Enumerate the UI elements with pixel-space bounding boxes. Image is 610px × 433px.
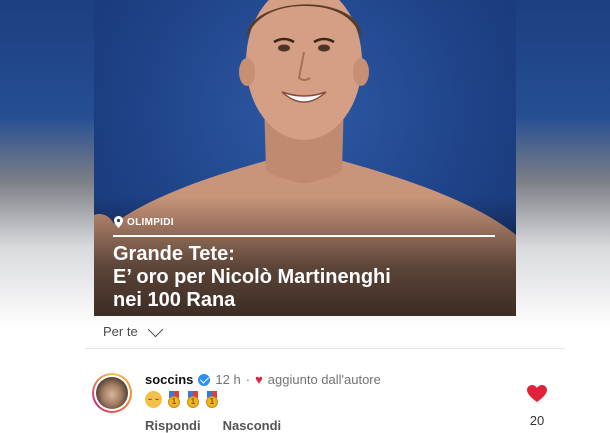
comment-header: soccins 12 h · ♥ aggiunto dall'autore [145, 372, 381, 387]
post-category: OLIMPIDI [114, 216, 174, 228]
relieved-face-emoji [145, 391, 162, 408]
post-headline: Grande Tete: E’ oro per Nicolò Martineng… [113, 243, 503, 312]
headline-line: nei 100 Rana [113, 289, 236, 311]
gold-medal-emoji: 1 [186, 391, 200, 408]
chevron-down-icon [147, 321, 163, 337]
post-image[interactable]: OLIMPIDI Grande Tete: E’ oro per Nicolò … [94, 0, 516, 316]
gold-medal-emoji: 1 [205, 391, 219, 408]
like-heart-icon[interactable] [527, 385, 547, 403]
feed-filter-dropdown[interactable]: Per te [103, 321, 163, 339]
comment-text: 1 1 1 [145, 391, 219, 408]
gold-medal-emoji: 1 [167, 391, 181, 408]
separator-line [85, 348, 565, 349]
location-pin-icon [114, 216, 123, 228]
headline-line: Grande Tete: [113, 243, 235, 265]
like-control: 20 [522, 385, 552, 428]
verified-badge-icon [198, 373, 211, 386]
avatar[interactable] [92, 373, 132, 413]
author-added-label: aggiunto dall'autore [267, 372, 381, 387]
comment-time: 12 h [215, 372, 241, 387]
like-count: 20 [529, 413, 545, 428]
heart-icon: ♥ [255, 372, 263, 387]
comment-username[interactable]: soccins [145, 372, 193, 387]
avatar-image [96, 377, 128, 409]
headline-divider [113, 235, 495, 237]
category-label: OLIMPIDI [127, 216, 174, 228]
feed-filter-label: Per te [103, 324, 138, 339]
headline-line: E’ oro per Nicolò Martinenghi [113, 266, 391, 288]
meta-separator: · [245, 372, 251, 387]
